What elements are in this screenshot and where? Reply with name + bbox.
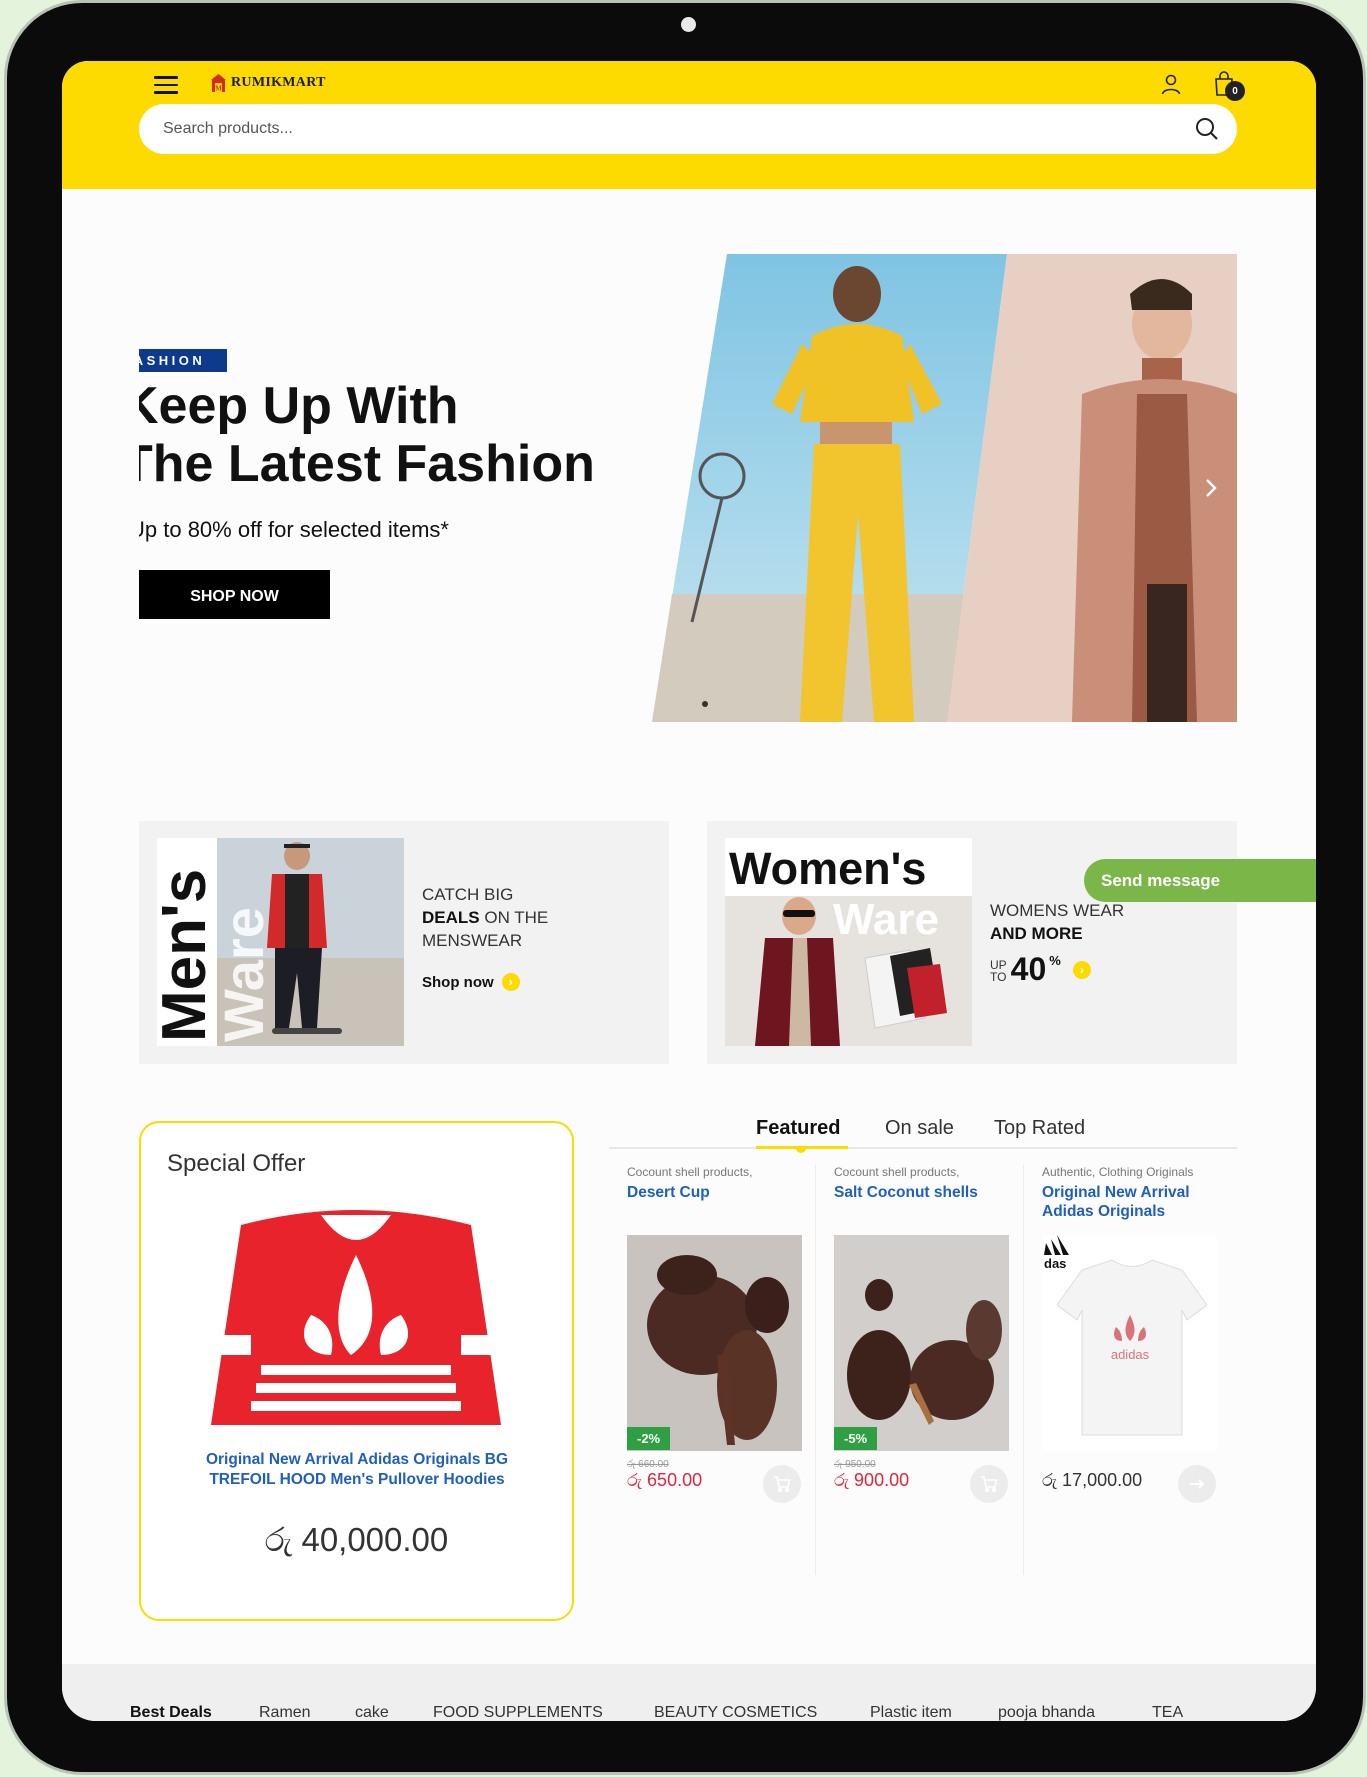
- site-header: M RUMIKMART 0: [62, 61, 1316, 189]
- search-input[interactable]: [163, 104, 1143, 154]
- category-item[interactable]: TEA: [1152, 1704, 1183, 1721]
- product-card[interactable]: Cocount shell products, Desert Cup -2% ර…: [609, 1165, 809, 1575]
- chevron-right-icon[interactable]: ›: [1072, 961, 1091, 979]
- logo-text: RUMIKMART: [231, 75, 326, 90]
- special-offer-price: රු 40,000.00: [264, 1521, 449, 1558]
- mens-promo-line2: DEALS ON THE: [422, 906, 548, 929]
- special-offer-title: Special Offer: [167, 1150, 306, 1177]
- product-image[interactable]: [834, 1235, 1009, 1451]
- category-item[interactable]: FOOD SUPPLEMENTS: [433, 1704, 603, 1721]
- hero-title-line2: The Latest Fashion: [139, 435, 595, 493]
- mens-promo-card[interactable]: Men's Ware CATCH BIG DEALS ON THE MENSWE…: [139, 821, 669, 1064]
- tab-on-sale[interactable]: On sale: [885, 1117, 954, 1140]
- search-bar: [139, 104, 1237, 154]
- mens-shop-now-label: Shop now: [422, 973, 494, 991]
- product-category[interactable]: Cocount shell products,: [627, 1165, 752, 1179]
- category-item[interactable]: pooja bhanda: [998, 1704, 1095, 1721]
- old-price: රු 660.00: [627, 1459, 669, 1470]
- category-item[interactable]: Ramen: [259, 1704, 311, 1721]
- womens-ware-image: Women's Ware: [725, 838, 972, 1046]
- tab-featured[interactable]: Featured: [756, 1117, 840, 1140]
- svg-text:Ware: Ware: [833, 895, 939, 944]
- discount-badge: -5%: [834, 1427, 878, 1450]
- product-name[interactable]: Salt Coconut shells: [834, 1183, 1014, 1202]
- special-offer-hoodie-image[interactable]: [201, 1205, 511, 1425]
- hamburger-menu-icon[interactable]: [154, 76, 178, 96]
- svg-text:M: M: [215, 85, 222, 93]
- tab-top-rated[interactable]: Top Rated: [994, 1117, 1085, 1140]
- product-card[interactable]: Cocount shell products, Salt Coconut she…: [815, 1165, 1015, 1575]
- camera-dot: [681, 17, 696, 32]
- active-tab-caret: [796, 1148, 806, 1153]
- send-message-chat-button[interactable]: Send message: [1084, 859, 1316, 902]
- discount-percent-sign: %: [1049, 953, 1061, 968]
- hero-title: Keep Up With The Latest Fashion: [139, 377, 595, 493]
- svg-text:das: das: [1044, 1256, 1066, 1271]
- mens-promo-line3: MENSWEAR: [422, 931, 523, 950]
- womens-promo-line2: AND MORE: [990, 924, 1083, 943]
- hero-title-line1: Keep Up With: [139, 377, 459, 435]
- mens-promo-text: CATCH BIG DEALS ON THE MENSWEAR: [422, 883, 548, 952]
- product-price: රු 17,000.00: [1042, 1470, 1143, 1490]
- cart-icon: [774, 1476, 791, 1493]
- category-item[interactable]: BEAUTY COSMETICS: [654, 1704, 817, 1721]
- tablet-frame: M RUMIKMART 0 FASHIO: [4, 0, 1366, 1775]
- special-offer-product-name[interactable]: Original New Arrival Adidas Originals BG…: [171, 1450, 543, 1490]
- product-category[interactable]: Cocount shell products,: [834, 1165, 959, 1179]
- product-price: රු 900.00: [834, 1470, 910, 1490]
- svg-text:Ware: Ware: [212, 907, 275, 1042]
- site-logo[interactable]: M RUMIKMART: [210, 73, 326, 93]
- product-category[interactable]: Authentic, Clothing Originals: [1042, 1165, 1193, 1179]
- category-item[interactable]: Best Deals: [130, 1704, 212, 1721]
- shop-now-button[interactable]: SHOP NOW: [139, 570, 330, 619]
- category-item[interactable]: Plastic item: [870, 1704, 952, 1721]
- cart-count-badge: 0: [1225, 81, 1245, 101]
- product-name[interactable]: Original New Arrival Adidas Originals: [1042, 1183, 1222, 1221]
- svg-text:adidas: adidas: [1111, 1347, 1150, 1362]
- product-image[interactable]: das adidas: [1042, 1235, 1217, 1451]
- store-logo-icon: M: [211, 74, 226, 93]
- mens-ware-label: Men's: [157, 869, 219, 1042]
- womens-promo-line1: WOMENS WEAR: [990, 901, 1125, 920]
- mens-promo-on-the: ON THE: [479, 908, 549, 927]
- hero-badge: FASHION: [139, 349, 228, 372]
- womens-title-label: Women's: [729, 843, 926, 894]
- womens-promo-text: WOMENS WEAR AND MORE: [990, 899, 1124, 945]
- category-item[interactable]: cake: [355, 1704, 389, 1721]
- hero-subtitle: Up to 80% off for selected items*: [139, 517, 449, 542]
- chevron-right-icon: ›: [501, 973, 520, 991]
- add-to-cart-button[interactable]: [970, 1465, 1008, 1503]
- category-nav: Best Deals Ramen cake FOOD SUPPLEMENTS B…: [62, 1664, 1316, 1721]
- hero-banner-image[interactable]: [652, 254, 1237, 722]
- view-product-button[interactable]: [1178, 1465, 1216, 1503]
- womens-discount: UP TO 40 % ›: [990, 951, 1091, 987]
- mens-shop-now-link[interactable]: Shop now ›: [422, 973, 520, 991]
- product-card[interactable]: Authentic, Clothing Originals Original N…: [1023, 1165, 1223, 1575]
- hero-text-block: FASHION Keep Up With The Latest Fashion …: [139, 349, 659, 619]
- cart-icon: [981, 1476, 998, 1493]
- discount-value: 40: [1010, 951, 1047, 987]
- mens-promo-deals: DEALS: [422, 908, 480, 927]
- product-image[interactable]: [627, 1235, 802, 1451]
- screen: M RUMIKMART 0 FASHIO: [62, 61, 1316, 1721]
- discount-badge: -2%: [627, 1427, 671, 1450]
- product-name[interactable]: Desert Cup: [627, 1183, 807, 1202]
- mens-promo-line1: CATCH BIG: [422, 885, 514, 904]
- search-icon[interactable]: [1194, 116, 1220, 142]
- mens-ware-image: Men's Ware: [157, 838, 404, 1046]
- womens-promo-card[interactable]: Women's Ware WOMENS WEAR AND MORE UP TO: [707, 821, 1237, 1064]
- product-price: රු 650.00: [627, 1470, 703, 1490]
- upto-label: UP TO: [990, 958, 1007, 984]
- hero-slider-dots[interactable]: [702, 701, 708, 707]
- arrow-right-icon: [1190, 1479, 1205, 1489]
- old-price: රු 950.00: [834, 1459, 876, 1470]
- special-offer-card[interactable]: Special Offer Original New Arrival Adida…: [139, 1121, 574, 1621]
- product-tabs: Featured On sale Top Rated: [609, 1109, 1237, 1153]
- add-to-cart-button[interactable]: [763, 1465, 801, 1503]
- user-account-icon[interactable]: [1159, 72, 1183, 96]
